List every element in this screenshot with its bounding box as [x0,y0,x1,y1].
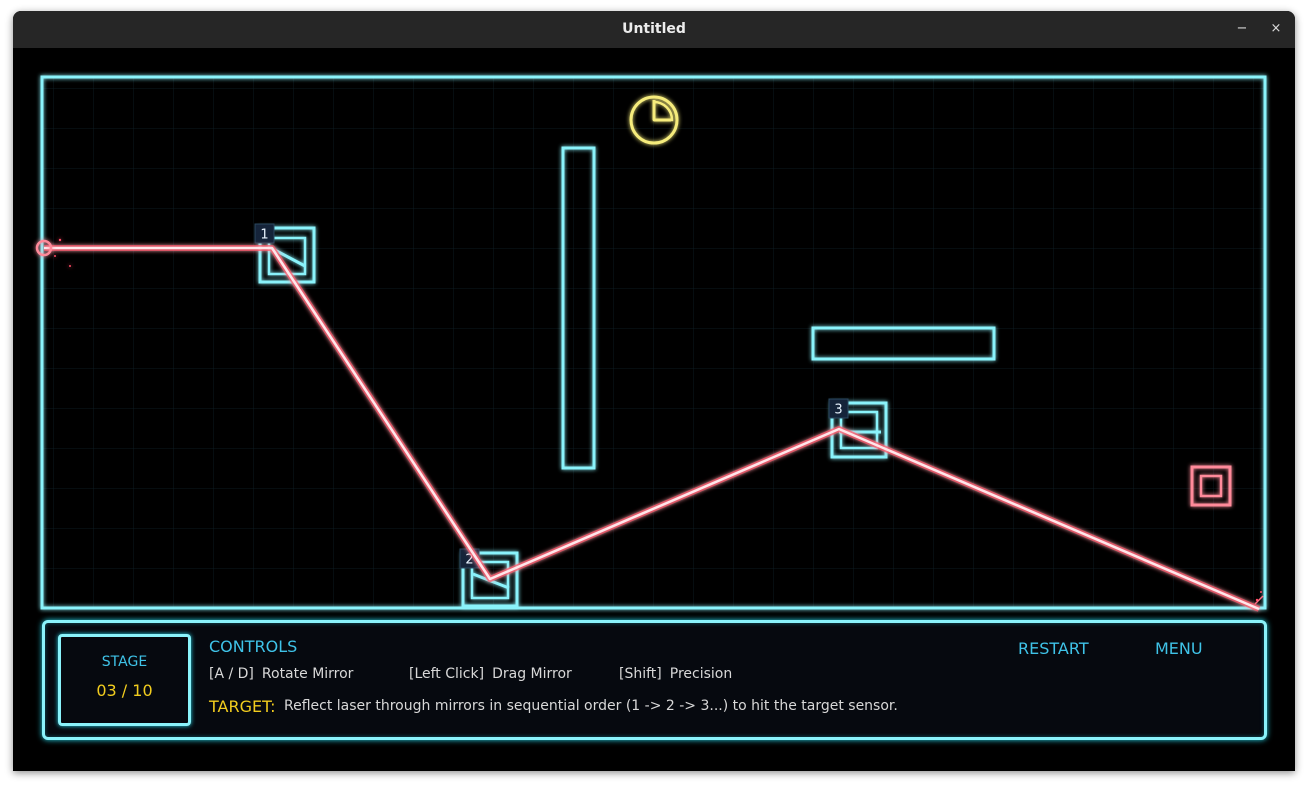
close-button[interactable]: × [1264,17,1288,41]
control-key: [Left Click] [409,666,485,682]
svg-text:1: 1 [260,228,268,243]
title-bar: Untitled − × [13,11,1295,49]
control-hint-drag: [Left Click] Drag Mirror [409,666,572,682]
stage-value: 03 / 10 [96,681,153,700]
control-action: Drag Mirror [492,666,572,682]
game-board: 1 2 3 [35,75,1267,612]
svg-text:3: 3 [834,403,842,418]
app-window: Untitled − × 1 2 3 STAGE 03 / 10 CONTROL… [13,11,1295,771]
control-key: [A / D] [209,666,254,682]
mirror-label-1: 1 [254,223,275,244]
control-action: Rotate Mirror [261,666,354,682]
control-hint-precision: [Shift] Precision [619,666,732,682]
game-viewport: 1 2 3 STAGE 03 / 10 CONTROLS [A / D] Rot… [13,48,1295,771]
mirror-label-3: 3 [828,398,849,419]
control-action: Precision [669,666,733,682]
controls-title: CONTROLS [209,637,298,656]
target-description: Reflect laser through mirrors in sequent… [284,698,898,714]
stage-indicator: STAGE 03 / 10 [58,634,191,726]
control-hint-rotate: [A / D] Rotate Mirror [209,666,353,682]
stage-label: STAGE [101,654,148,670]
target-label: TARGET: [209,697,276,716]
minimize-button[interactable]: − [1230,17,1254,41]
restart-button[interactable]: RESTART [1018,639,1089,658]
window-title: Untitled [622,21,686,37]
menu-button[interactable]: MENU [1155,639,1203,658]
hud-panel: STAGE 03 / 10 CONTROLS [A / D] Rotate Mir… [42,620,1267,740]
control-key: [Shift] [619,666,662,682]
grid-background [42,77,1265,608]
